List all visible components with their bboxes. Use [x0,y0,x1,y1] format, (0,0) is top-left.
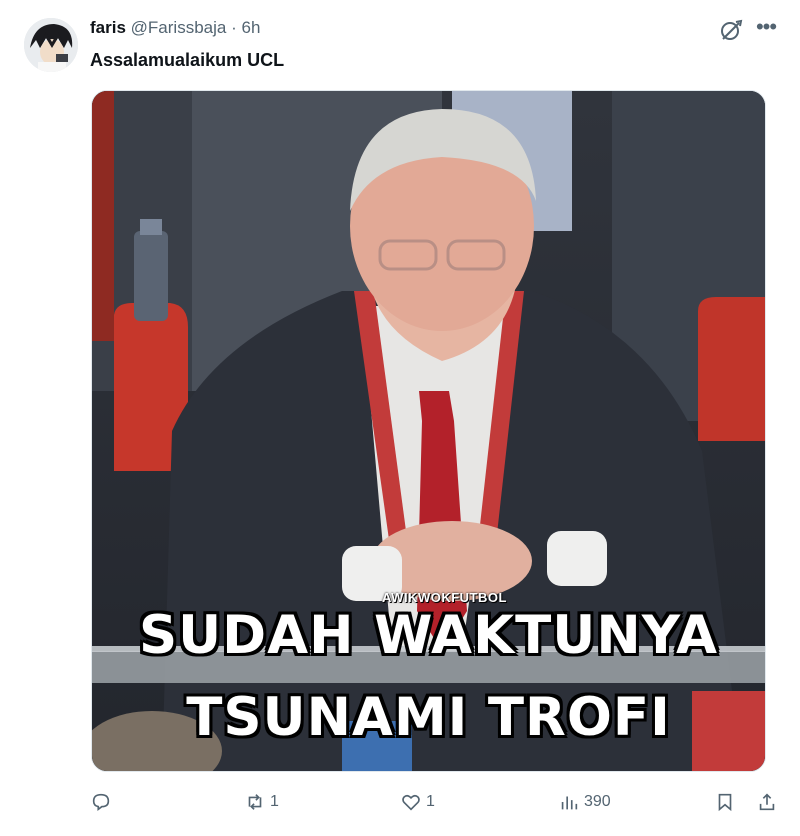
like-button[interactable]: 1 [400,784,435,820]
repost-button[interactable]: 1 [244,784,279,820]
action-bar: 1 1 390 [0,784,800,820]
author-handle[interactable]: @Farissbaja [131,18,227,37]
grok-icon[interactable] [718,18,744,44]
tweet[interactable]: faris @Farissbaja · 6h ••• Assalamualaik… [0,0,800,836]
media-caption-line2: TSUNAMI TROFI [186,687,671,748]
heart-icon [402,794,420,811]
repost-icon [248,794,262,810]
bookmark-icon [718,793,732,812]
bookmark-button[interactable] [714,784,736,820]
views-icon [561,796,578,810]
timestamp[interactable]: 6h [241,18,260,37]
share-button[interactable] [756,784,778,820]
author-name[interactable]: faris [90,18,126,37]
tweet-text: Assalamualaikum UCL [90,50,285,70]
separator: · [231,18,237,37]
repost-count: 1 [270,793,279,810]
more-icon[interactable]: ••• [752,16,780,44]
media-caption-line1: SUDAH WAKTUNYA [138,605,719,666]
share-icon [759,793,775,811]
media-watermark: AWIKWOKFUTBOL [382,590,507,605]
like-count: 1 [426,793,435,810]
views-count: 390 [584,793,611,810]
tweet-media[interactable]: AWIKWOKFUTBOL SUDAH WAKTUNYA TSUNAMI TRO… [91,90,766,772]
views-button[interactable]: 390 [558,784,611,820]
tweet-header: faris @Farissbaja · 6h [90,16,780,40]
reply-icon [92,793,110,811]
reply-button[interactable] [90,784,116,820]
avatar[interactable] [24,18,78,72]
media-image [92,91,765,771]
